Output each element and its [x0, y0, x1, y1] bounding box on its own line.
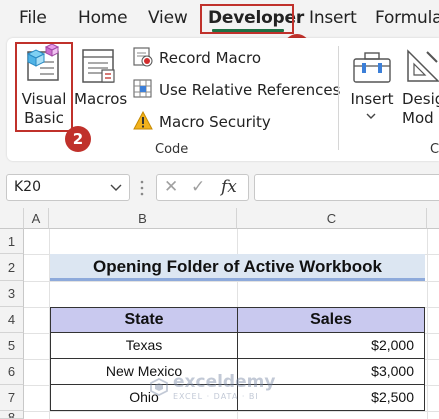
name-box-value: K20 — [14, 179, 41, 195]
row-header-8[interactable]: 8 — [0, 411, 24, 419]
design-mode-label-line2: Mod — [402, 109, 434, 127]
exceldemy-logo-icon — [150, 377, 168, 396]
row-header-4[interactable]: 4 — [0, 307, 24, 333]
design-mode-icon[interactable] — [405, 48, 439, 84]
formula-input[interactable] — [254, 174, 439, 201]
visual-basic-label-line2: Basic — [24, 109, 64, 127]
gridline — [24, 281, 439, 282]
row-header-2[interactable]: 2 — [0, 254, 24, 281]
row-header-7[interactable]: 7 — [0, 385, 24, 411]
group-divider — [338, 46, 339, 150]
macros-label[interactable]: Macros — [74, 90, 127, 109]
watermark-text: exceldemy EXCEL · DATA · BI — [173, 372, 275, 401]
tab-home[interactable]: Home — [78, 8, 128, 28]
controls-group-label: C — [430, 142, 439, 157]
row-header-6[interactable]: 6 — [0, 359, 24, 385]
macro-security-button[interactable]: Macro Security — [159, 113, 271, 131]
formula-controls: ✕ ✓ fx — [156, 174, 249, 201]
column-header-b[interactable]: B — [49, 208, 237, 229]
table-cell-sales[interactable]: $2,000 — [237, 333, 425, 359]
row-header-1[interactable]: 1 — [0, 229, 24, 254]
toolbox-icon[interactable] — [352, 50, 392, 84]
cancel-icon[interactable]: ✕ — [164, 177, 178, 197]
relative-references-icon[interactable] — [133, 79, 153, 99]
table-header-state[interactable]: State — [50, 307, 238, 333]
row-header-3[interactable]: 3 — [0, 281, 24, 307]
gridline — [427, 229, 428, 419]
drag-handle-icon[interactable] — [139, 178, 145, 198]
row-header-5[interactable]: 5 — [0, 333, 24, 359]
warning-icon[interactable] — [133, 111, 153, 131]
select-all-corner[interactable] — [0, 208, 24, 229]
design-mode-label[interactable]: Desig Mod — [402, 90, 439, 128]
record-macro-icon[interactable] — [133, 47, 153, 67]
active-tab-underline — [212, 29, 284, 32]
table-cell-state[interactable]: Texas — [50, 333, 238, 359]
tab-view[interactable]: View — [148, 8, 188, 28]
column-header-a[interactable]: A — [24, 208, 49, 229]
column-header-d[interactable] — [427, 208, 439, 229]
macros-icon[interactable] — [80, 48, 118, 86]
tab-file[interactable]: File — [19, 8, 47, 28]
chevron-down-icon[interactable] — [366, 112, 376, 120]
column-header-c[interactable]: C — [237, 208, 427, 229]
visual-basic-label[interactable]: Visual Basic — [20, 90, 68, 128]
table-header-sales[interactable]: Sales — [237, 307, 425, 333]
exceldemy-watermark: exceldemy EXCEL · DATA · BI — [150, 372, 275, 401]
tab-formulas[interactable]: Formula — [375, 8, 439, 28]
insert-control-label[interactable]: Insert — [348, 90, 396, 109]
use-relative-references-button[interactable]: Use Relative References — [159, 81, 340, 99]
callout-step-2: 2 — [65, 126, 91, 152]
tab-insert[interactable]: Insert — [309, 8, 357, 28]
code-group-label: Code — [155, 142, 189, 157]
design-mode-label-line1: Desig — [402, 90, 439, 108]
gridline — [24, 411, 439, 412]
visual-basic-icon[interactable] — [24, 44, 64, 84]
insert-function-icon[interactable]: fx — [221, 177, 237, 197]
watermark-tagline: EXCEL · DATA · BI — [173, 392, 259, 401]
sheet-title[interactable]: Opening Folder of Active Workbook — [50, 254, 425, 281]
record-macro-button[interactable]: Record Macro — [159, 49, 261, 67]
watermark-name: exceldemy — [173, 372, 276, 392]
chevron-down-icon[interactable] — [110, 184, 122, 192]
enter-icon[interactable]: ✓ — [191, 177, 205, 197]
visual-basic-label-line1: Visual — [21, 90, 67, 108]
